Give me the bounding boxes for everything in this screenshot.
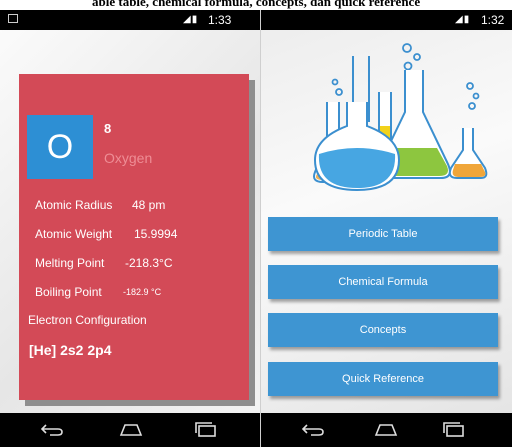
atomic-radius-value: 48 pm: [132, 198, 166, 212]
back-icon: [301, 424, 324, 436]
navigation-bar: [261, 413, 512, 447]
battery-icon: ◢▮: [455, 14, 471, 25]
atomic-weight-value: 15.9994: [134, 227, 178, 241]
atomic-radius-label: Atomic Radius: [35, 198, 113, 212]
chemical-formula-button[interactable]: Chemical Formula: [268, 265, 498, 299]
status-time: 1:32: [481, 13, 505, 27]
home-icon: [119, 424, 143, 436]
boiling-point-label: Boiling Point: [35, 285, 102, 299]
periodic-table-button[interactable]: Periodic Table: [268, 217, 498, 251]
atomic-number: 8: [104, 121, 112, 136]
recent-apps-icon: [443, 422, 464, 437]
back-button[interactable]: [38, 420, 68, 440]
home-button[interactable]: [371, 420, 401, 440]
melting-point-label: Melting Point: [35, 256, 105, 270]
status-time: 1:33: [208, 13, 232, 27]
picture-notification-icon: [8, 14, 18, 23]
caption-strip: able table, chemical formula, concepts, …: [0, 0, 512, 10]
electron-configuration-value: [He] 2s2 2p4: [29, 342, 112, 358]
back-icon: [40, 424, 63, 436]
home-icon: [374, 424, 398, 436]
chemistry-flasks-illustration: [313, 43, 488, 192]
atomic-weight-label: Atomic Weight: [35, 227, 113, 241]
concepts-button[interactable]: Concepts: [268, 313, 498, 347]
caption-text: able table, chemical formula, concepts, …: [92, 0, 421, 9]
recent-apps-button[interactable]: [439, 420, 469, 440]
recent-apps-button[interactable]: [191, 420, 221, 440]
electron-configuration-label: Electron Configuration: [28, 313, 147, 327]
quick-reference-button[interactable]: Quick Reference: [268, 362, 498, 396]
status-bar: ◢▮ 1:33: [0, 10, 260, 30]
home-button[interactable]: [116, 420, 146, 440]
signal-icon: ◢▮: [183, 14, 199, 25]
status-bar: ◢▮ 1:32: [261, 10, 512, 30]
melting-point-value: -218.3°C: [125, 256, 173, 270]
recent-apps-icon: [195, 422, 216, 437]
main-menu-screen: ◢▮ 1:32 Periodic Table Chemical Formula …: [261, 10, 512, 447]
element-detail-screen: ◢▮ 1:33 O 8 Oxygen Atomic Radius 48 pm A…: [0, 10, 260, 447]
navigation-bar: [0, 413, 260, 447]
element-name: Oxygen: [104, 150, 153, 166]
element-card: O 8 Oxygen Atomic Radius 48 pm Atomic We…: [19, 74, 249, 400]
boiling-point-value: -182.9 °C: [123, 287, 162, 297]
element-symbol-tile: O: [27, 115, 93, 179]
back-button[interactable]: [299, 420, 329, 440]
